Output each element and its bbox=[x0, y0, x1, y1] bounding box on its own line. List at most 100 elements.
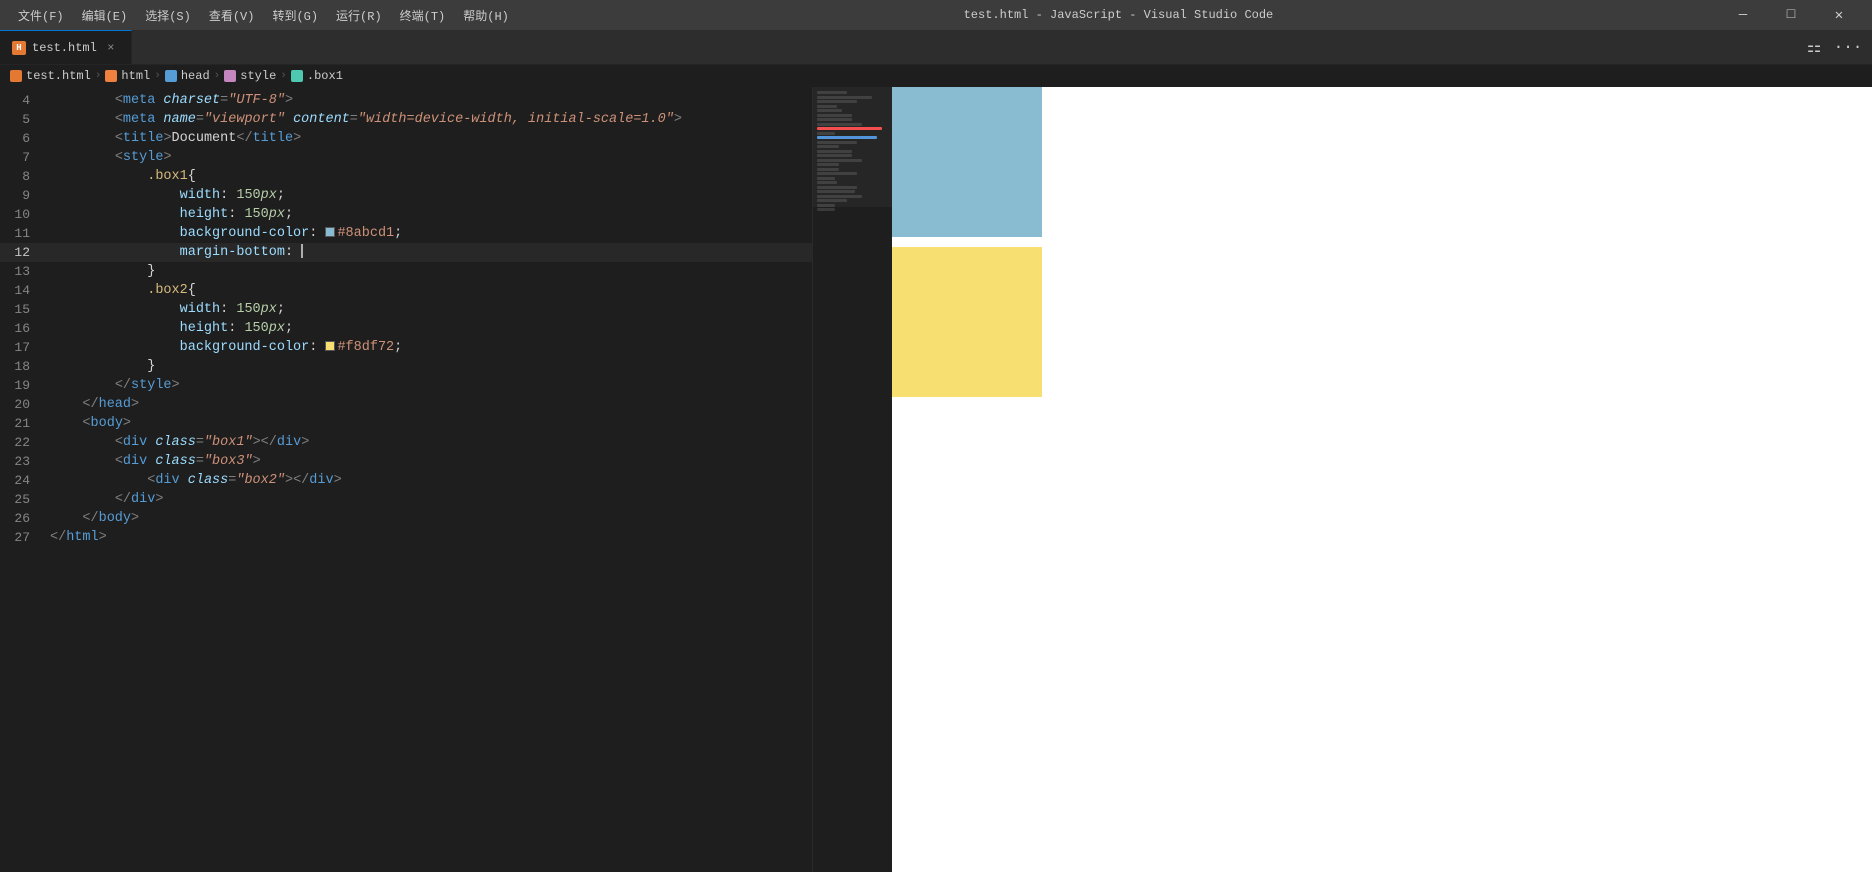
line-number-17: 17 bbox=[0, 338, 50, 357]
menu-view[interactable]: 查看(V) bbox=[201, 5, 263, 26]
breadcrumb-file[interactable]: test.html bbox=[10, 69, 91, 83]
menu-terminal[interactable]: 终端(T) bbox=[392, 5, 454, 26]
code-line-6: 6 <title>Document</title> bbox=[0, 129, 812, 148]
menu-select[interactable]: 选择(S) bbox=[137, 5, 199, 26]
line-number-7: 7 bbox=[0, 148, 50, 167]
line-content-8: .box1{ bbox=[50, 167, 812, 186]
code-line-9: 9 width: 150px; bbox=[0, 186, 812, 205]
close-button[interactable]: ✕ bbox=[1816, 0, 1862, 30]
line-number-11: 11 bbox=[0, 224, 50, 243]
line-content-26: </body> bbox=[50, 509, 812, 528]
code-line-15: 15 width: 150px; bbox=[0, 300, 812, 319]
line-number-18: 18 bbox=[0, 357, 50, 376]
line-number-25: 25 bbox=[0, 490, 50, 509]
code-line-7: 7 <style> bbox=[0, 148, 812, 167]
line-number-8: 8 bbox=[0, 167, 50, 186]
line-content-9: width: 150px; bbox=[50, 186, 812, 205]
menu-help[interactable]: 帮助(H) bbox=[455, 5, 517, 26]
tab-close-button[interactable]: × bbox=[103, 40, 119, 56]
code-line-25: 25 </div> bbox=[0, 490, 812, 509]
line-content-20: </head> bbox=[50, 395, 812, 414]
breadcrumb-sep-1: › bbox=[95, 70, 102, 82]
style-icon bbox=[224, 70, 236, 82]
line-number-20: 20 bbox=[0, 395, 50, 414]
breadcrumb-style[interactable]: style bbox=[224, 69, 276, 83]
box1-preview bbox=[892, 87, 1042, 237]
line-content-27: </html> bbox=[50, 528, 812, 547]
line-number-24: 24 bbox=[0, 471, 50, 490]
split-editor-button[interactable]: ⚏ bbox=[1800, 33, 1828, 61]
menu-bar[interactable]: 文件(F) 编辑(E) 选择(S) 查看(V) 转到(G) 运行(R) 终端(T… bbox=[10, 5, 517, 26]
breadcrumb-head[interactable]: head bbox=[165, 69, 210, 83]
breadcrumb-sep-4: › bbox=[280, 70, 287, 82]
tab-test-html[interactable]: H test.html × bbox=[0, 30, 132, 64]
line-number-23: 23 bbox=[0, 452, 50, 471]
line-number-12: 12 bbox=[0, 243, 50, 262]
menu-file[interactable]: 文件(F) bbox=[10, 5, 72, 26]
line-number-26: 26 bbox=[0, 509, 50, 528]
line-content-4: <meta charset="UTF-8"> bbox=[50, 91, 812, 110]
breadcrumb-class-label: .box1 bbox=[307, 69, 343, 83]
minimize-button[interactable]: — bbox=[1720, 0, 1766, 30]
color-swatch bbox=[325, 227, 335, 237]
line-number-16: 16 bbox=[0, 319, 50, 338]
more-actions-button[interactable]: ··· bbox=[1834, 33, 1862, 61]
line-content-22: <div class="box1"></div> bbox=[50, 433, 812, 452]
minimap bbox=[812, 87, 892, 872]
editor-pane[interactable]: 4 <meta charset="UTF-8">5 <meta name="vi… bbox=[0, 87, 812, 872]
maximize-button[interactable]: □ bbox=[1768, 0, 1814, 30]
line-number-5: 5 bbox=[0, 110, 50, 129]
line-number-22: 22 bbox=[0, 433, 50, 452]
tab-actions: ⚏ ··· bbox=[1800, 30, 1872, 64]
code-line-12: 12 margin-bottom: bbox=[0, 243, 812, 262]
code-line-27: 27</html> bbox=[0, 528, 812, 547]
head-icon bbox=[165, 70, 177, 82]
menu-goto[interactable]: 转到(G) bbox=[264, 5, 326, 26]
breadcrumb-head-label: head bbox=[181, 69, 210, 83]
box2-preview bbox=[892, 247, 1042, 397]
window-title: test.html - JavaScript - Visual Studio C… bbox=[517, 8, 1720, 22]
minimap-line bbox=[817, 208, 835, 211]
code-line-8: 8 .box1{ bbox=[0, 167, 812, 186]
line-content-16: height: 150px; bbox=[50, 319, 812, 338]
tab-file-icon: H bbox=[12, 41, 26, 55]
line-number-9: 9 bbox=[0, 186, 50, 205]
line-content-7: <style> bbox=[50, 148, 812, 167]
breadcrumb: test.html › html › head › style › .box1 bbox=[0, 65, 1872, 87]
main-area: 4 <meta charset="UTF-8">5 <meta name="vi… bbox=[0, 87, 1872, 872]
preview-pane bbox=[892, 87, 1872, 872]
line-number-15: 15 bbox=[0, 300, 50, 319]
line-number-10: 10 bbox=[0, 205, 50, 224]
breadcrumb-style-label: style bbox=[240, 69, 276, 83]
minimap-content bbox=[813, 87, 892, 872]
code-line-13: 13 } bbox=[0, 262, 812, 281]
breadcrumb-sep-2: › bbox=[154, 70, 161, 82]
minimap-highlight bbox=[813, 87, 892, 207]
line-content-18: } bbox=[50, 357, 812, 376]
html-icon bbox=[105, 70, 117, 82]
line-number-4: 4 bbox=[0, 91, 50, 110]
breadcrumb-class[interactable]: .box1 bbox=[291, 69, 343, 83]
code-line-20: 20 </head> bbox=[0, 395, 812, 414]
code-line-24: 24 <div class="box2"></div> bbox=[0, 471, 812, 490]
code-editor[interactable]: 4 <meta charset="UTF-8">5 <meta name="vi… bbox=[0, 87, 812, 872]
code-line-23: 23 <div class="box3"> bbox=[0, 452, 812, 471]
code-line-17: 17 background-color: #f8df72; bbox=[0, 338, 812, 357]
title-bar: 文件(F) 编辑(E) 选择(S) 查看(V) 转到(G) 运行(R) 终端(T… bbox=[0, 0, 1872, 30]
line-content-17: background-color: #f8df72; bbox=[50, 338, 812, 357]
breadcrumb-html[interactable]: html bbox=[105, 69, 150, 83]
breadcrumb-file-label: test.html bbox=[26, 69, 91, 83]
line-content-6: <title>Document</title> bbox=[50, 129, 812, 148]
window-controls[interactable]: — □ ✕ bbox=[1720, 0, 1862, 30]
code-line-11: 11 background-color: #8abcd1; bbox=[0, 224, 812, 243]
line-content-5: <meta name="viewport" content="width=dev… bbox=[50, 110, 812, 129]
line-number-6: 6 bbox=[0, 129, 50, 148]
line-content-15: width: 150px; bbox=[50, 300, 812, 319]
tab-label: test.html bbox=[32, 41, 97, 55]
menu-run[interactable]: 运行(R) bbox=[328, 5, 390, 26]
line-content-12: margin-bottom: bbox=[50, 243, 812, 262]
menu-edit[interactable]: 编辑(E) bbox=[74, 5, 136, 26]
tab-bar: H test.html × ⚏ ··· bbox=[0, 30, 1872, 65]
line-content-25: </div> bbox=[50, 490, 812, 509]
preview-content bbox=[892, 87, 1872, 872]
